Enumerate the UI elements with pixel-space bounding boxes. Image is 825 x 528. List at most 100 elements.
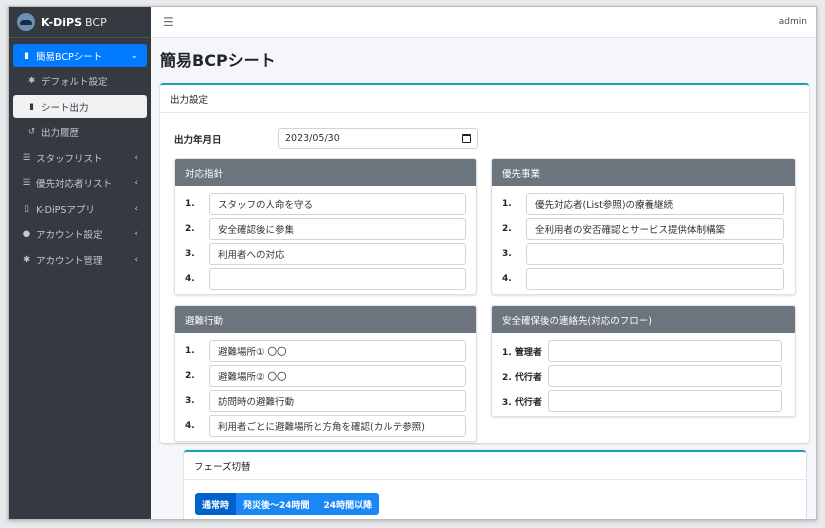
evacuation-row-2: 2. 避難場所② 〇〇 [185, 365, 466, 387]
priority-panel: 優先事業 1. 優先対応者(List参照)の療養継続 2. 全利用者の安否確認と… [491, 158, 796, 295]
history-icon: ↺ [27, 127, 36, 137]
row-number: 2. [185, 224, 195, 234]
evacuation-input-2[interactable]: 避難場所② 〇〇 [209, 365, 466, 387]
output-settings-header: 出力設定 [160, 85, 809, 113]
contact-input-1[interactable] [548, 340, 782, 362]
tab-after-disaster-24h[interactable]: 発災後〜24時間 [236, 493, 317, 515]
brand[interactable]: K-DiPS BCP [9, 7, 151, 38]
priority-input-2[interactable]: 全利用者の安否確認とサービス提供体制構築 [526, 218, 784, 240]
row-number: 2. [185, 371, 195, 381]
gear-icon: ✱ [27, 76, 36, 86]
row-number: 1. [185, 346, 195, 356]
chevron-left-icon: ‹ [134, 152, 138, 163]
topbar: ☰ admin [151, 7, 816, 38]
evacuation-input-1[interactable]: 避難場所① 〇〇 [209, 340, 466, 362]
list-icon: ☰ [22, 178, 31, 188]
phase-tabs: 通常時 発災後〜24時間 24時間以降 [195, 493, 380, 515]
contact-panel-header: 安全確保後の連絡先(対応のフロー) [492, 306, 795, 333]
date-input[interactable]: 2023/05/30 [278, 128, 478, 149]
page-title: 簡易BCPシート [160, 51, 276, 70]
file-pdf-icon: ▮ [29, 101, 34, 112]
mobile-icon: ▯ [24, 203, 29, 214]
chevron-left-icon: ‹ [134, 203, 138, 214]
app-window: K-DiPS BCP ▮ 簡易BCPシート ⌄ ✱ デフォルト設定 ▮ シート出… [8, 6, 817, 520]
contact-label: 1. 管理者 [502, 347, 542, 358]
priority-row-1: 1. 優先対応者(List参照)の療養継続 [502, 193, 784, 215]
policy-row-2: 2. 安全確認後に参集 [185, 218, 466, 240]
policy-input-2[interactable]: 安全確認後に参集 [209, 218, 466, 240]
hamburger-icon[interactable]: ☰ [163, 15, 174, 29]
user-gear-icon: ● [22, 229, 31, 239]
sidebar-item-account-settings[interactable]: ● アカウント設定 ‹ [13, 223, 147, 246]
sidebar-item-bcp-sheet[interactable]: ▮ 簡易BCPシート ⌄ [13, 44, 147, 67]
policy-input-1[interactable]: スタッフの人命を守る [209, 193, 466, 215]
sidebar-item-default-settings[interactable]: ✱ デフォルト設定 [13, 70, 147, 93]
priority-row-2: 2. 全利用者の安否確認とサービス提供体制構築 [502, 218, 784, 240]
row-number: 4. [185, 274, 195, 284]
tab-normal[interactable]: 通常時 [195, 493, 237, 515]
contact-input-2[interactable] [548, 365, 782, 387]
row-number: 2. [502, 224, 512, 234]
contact-input-3[interactable] [548, 390, 782, 412]
policy-row-3: 3. 利用者への対応 [185, 243, 466, 265]
sidebar-item-label: シート出力 [41, 102, 89, 114]
chevron-left-icon: ‹ [134, 229, 138, 239]
contact-row-1: 1. 管理者 [502, 340, 782, 362]
brand-name: K-DiPS [41, 15, 83, 29]
contact-row-2: 2. 代行者 [502, 365, 782, 387]
evacuation-panel: 避難行動 1. 避難場所① 〇〇 2. 避難場所② 〇〇 3. 訪問時の避難行動… [174, 305, 477, 442]
sidebar-item-sheet-output[interactable]: ▮ シート出力 [13, 95, 147, 118]
policy-input-3[interactable]: 利用者への対応 [209, 243, 466, 265]
policy-row-4: 4. [185, 268, 466, 290]
list-icon: ☰ [22, 152, 31, 163]
sidebar-item-label: アカウント設定 [36, 230, 103, 241]
brand-logo-icon [17, 13, 35, 31]
row-number: 3. [502, 249, 512, 259]
sidebar-item-staff-list[interactable]: ☰ スタッフリスト ‹ [13, 146, 147, 169]
date-label: 出力年月日 [174, 134, 222, 146]
evacuation-panel-header: 避難行動 [175, 306, 476, 333]
priority-input-1[interactable]: 優先対応者(List参照)の療養継続 [526, 193, 784, 215]
sidebar-item-output-history[interactable]: ↺ 出力履歴 [13, 121, 147, 144]
row-number: 4. [185, 421, 195, 431]
contact-label: 2. 代行者 [502, 372, 542, 383]
date-row: 出力年月日 2023/05/30 [174, 128, 478, 149]
sidebar-item-kdips-app[interactable]: ▯ K-DiPSアプリ ‹ [13, 197, 147, 220]
priority-input-4[interactable] [526, 268, 784, 290]
chevron-left-icon: ‹ [134, 178, 138, 188]
sidebar-item-label: 出力履歴 [41, 128, 80, 139]
sidebar-item-account-management[interactable]: ✱ アカウント管理 ‹ [13, 248, 147, 271]
phase-card: フェーズ切替 通常時 発災後〜24時間 24時間以降 [184, 450, 806, 519]
policy-input-4[interactable] [209, 268, 466, 290]
main-content: 簡易BCPシート 出力設定 出力年月日 2023/05/30 対応指針 1. ス… [151, 38, 816, 519]
policy-row-1: 1. スタッフの人命を守る [185, 193, 466, 215]
contact-panel: 安全確保後の連絡先(対応のフロー) 1. 管理者 2. 代行者 3. 代行者 [491, 305, 796, 417]
row-number: 1. [502, 199, 512, 209]
sidebar-item-label: K-DiPSアプリ [36, 204, 95, 216]
file-icon: ▮ [24, 50, 29, 61]
evacuation-input-4[interactable]: 利用者ごとに避難場所と方角を確認(カルテ参照) [209, 415, 466, 437]
sidebar-item-label: スタッフリスト [36, 153, 103, 165]
row-number: 3. [185, 396, 195, 406]
calendar-icon[interactable] [462, 134, 471, 143]
priority-row-3: 3. [502, 243, 784, 265]
evacuation-row-3: 3. 訪問時の避難行動 [185, 390, 466, 412]
phase-header: フェーズ切替 [184, 452, 806, 480]
brand-suffix: BCP [85, 15, 107, 29]
policy-panel-header: 対応指針 [175, 159, 476, 186]
row-number: 1. [185, 199, 195, 209]
gear-icon: ✱ [22, 254, 31, 265]
contact-label: 3. 代行者 [502, 397, 542, 408]
contact-row-3: 3. 代行者 [502, 390, 782, 412]
evacuation-input-3[interactable]: 訪問時の避難行動 [209, 390, 466, 412]
evacuation-row-1: 1. 避難場所① 〇〇 [185, 340, 466, 362]
sidebar-item-label: 簡易BCPシート [36, 51, 103, 63]
tab-after-24h[interactable]: 24時間以降 [316, 493, 380, 515]
sidebar-item-label: 優先対応者リスト [36, 179, 113, 190]
sidebar-item-priority-list[interactable]: ☰ 優先対応者リスト ‹ [13, 172, 147, 195]
policy-panel: 対応指針 1. スタッフの人命を守る 2. 安全確認後に参集 3. 利用者への対… [174, 158, 477, 295]
priority-input-3[interactable] [526, 243, 784, 265]
sidebar-item-label: アカウント管理 [36, 255, 103, 267]
user-menu[interactable]: admin [779, 17, 807, 27]
chevron-left-icon: ‹ [134, 254, 138, 265]
